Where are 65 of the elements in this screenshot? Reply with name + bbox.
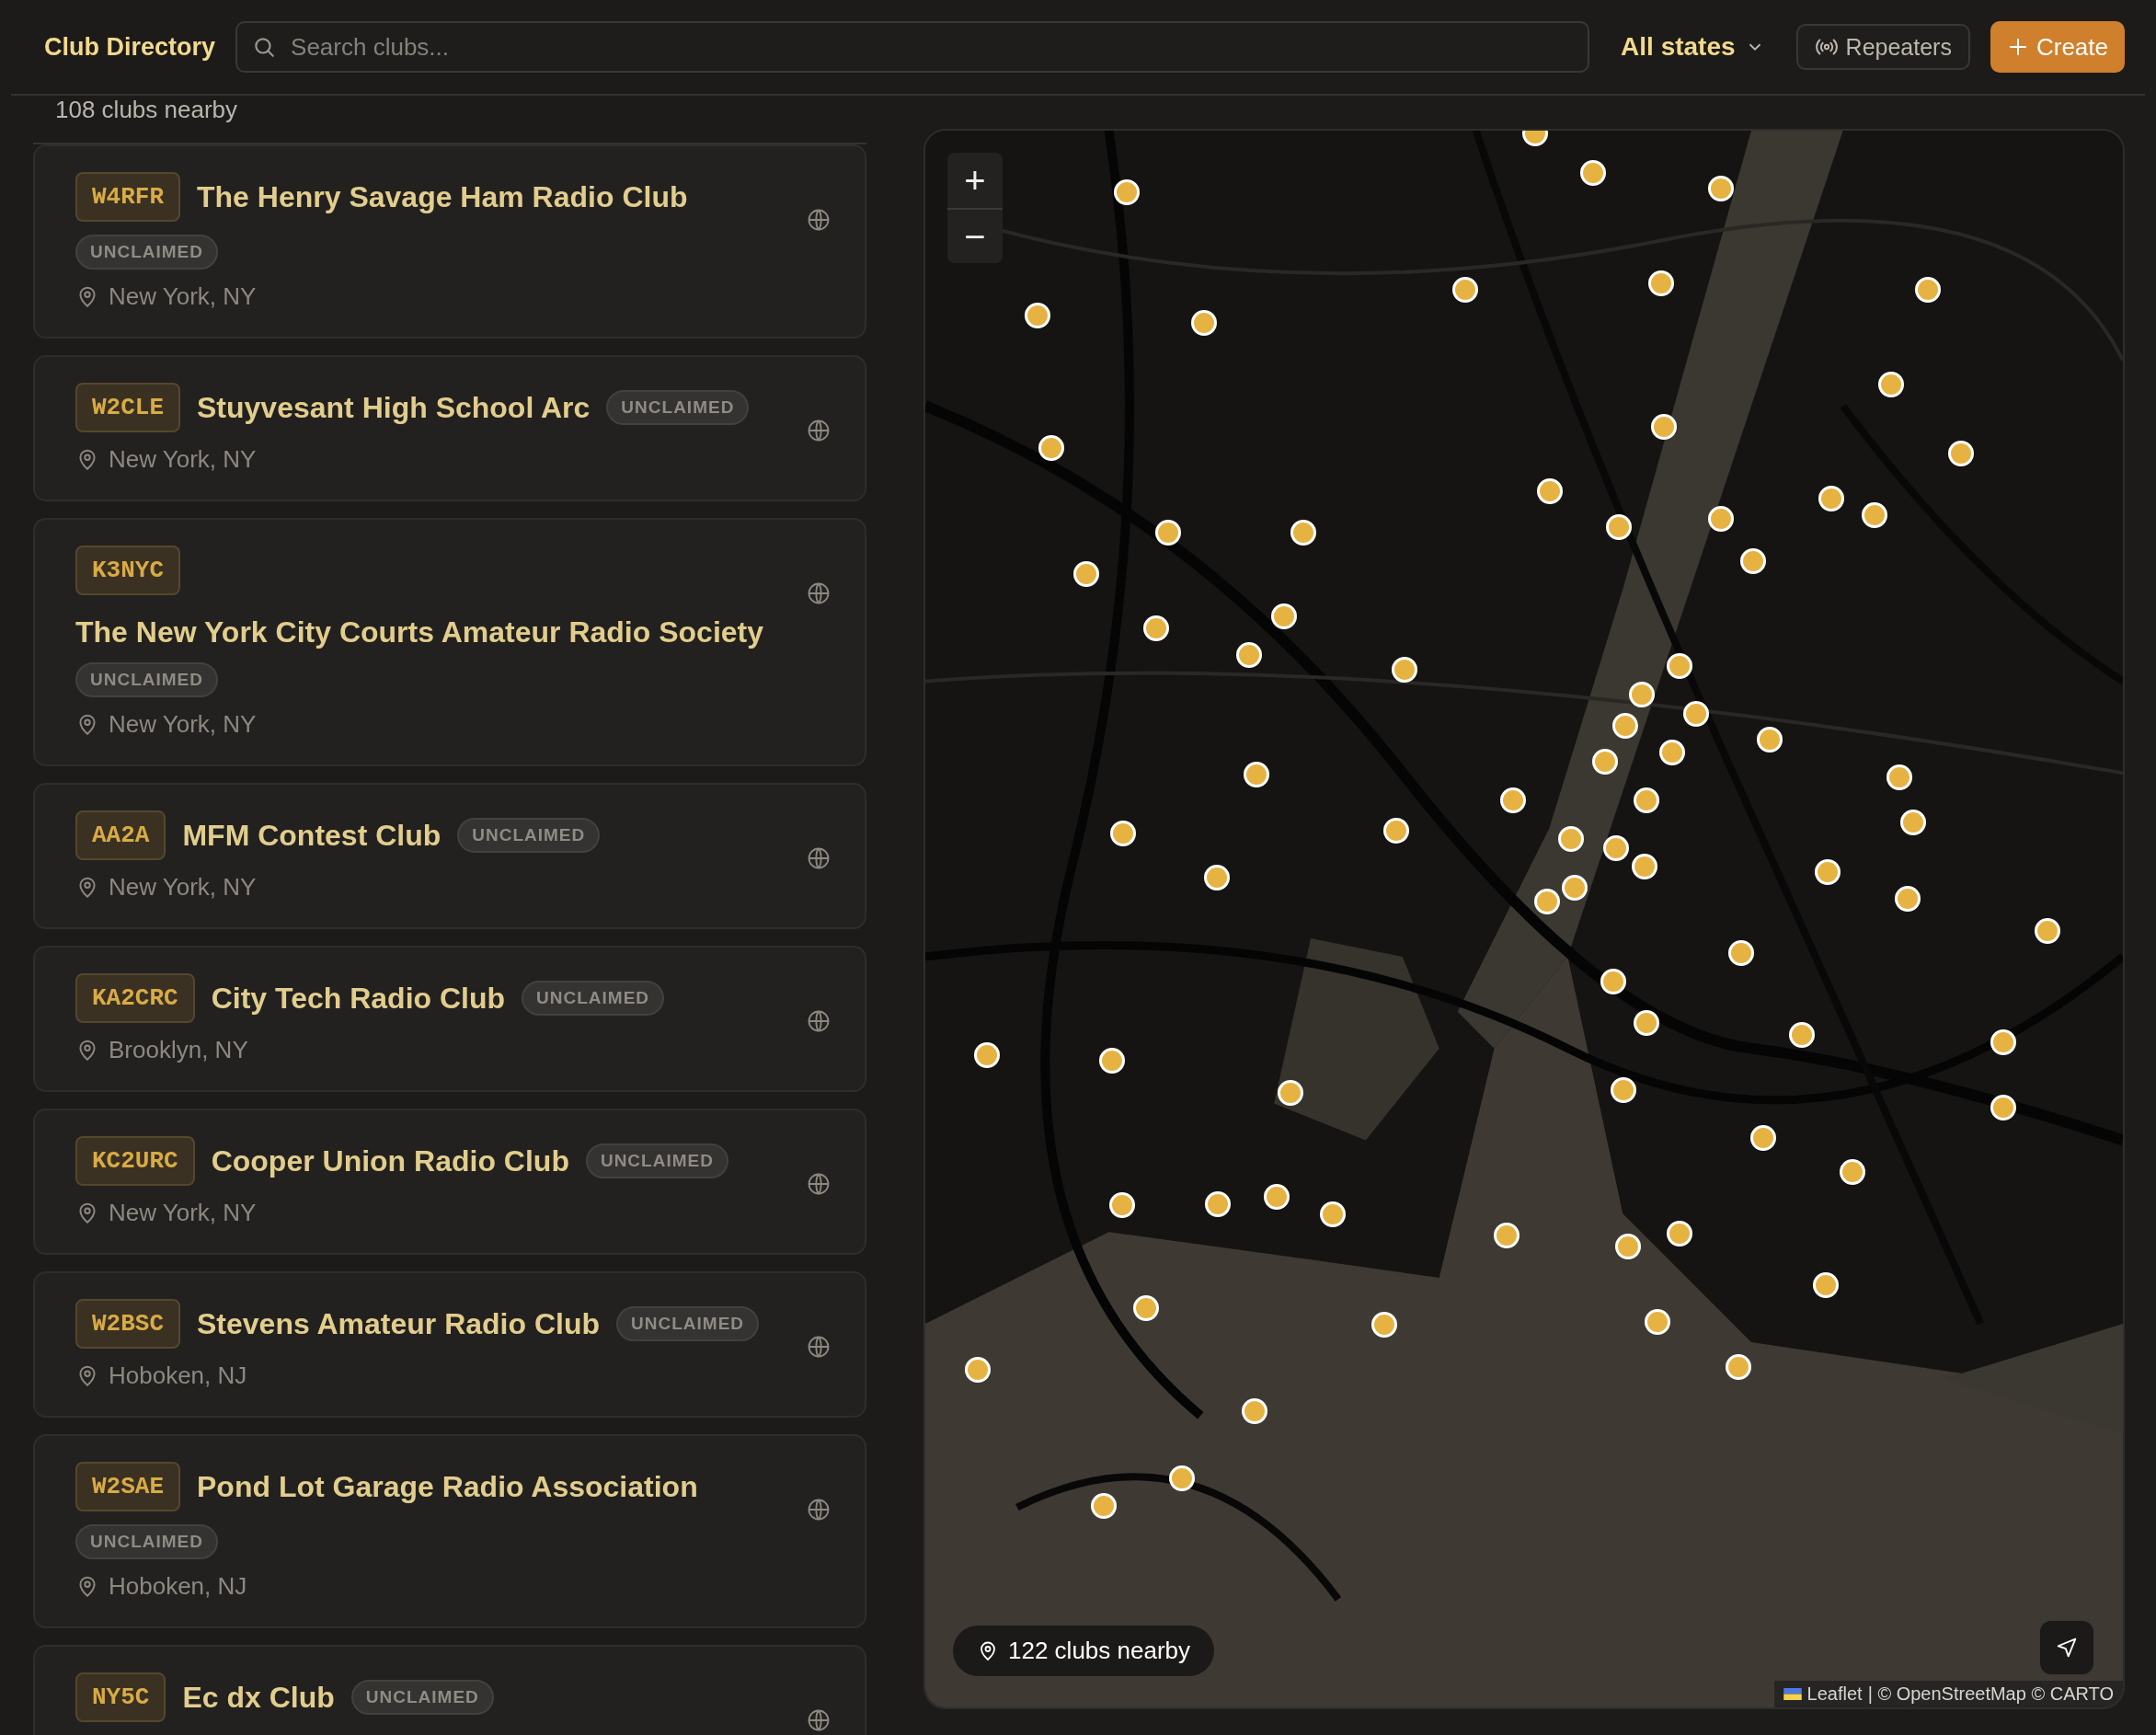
website-globe-icon[interactable] — [806, 1707, 831, 1733]
club-location: New York, NY — [109, 1199, 257, 1227]
website-globe-icon[interactable] — [806, 1497, 831, 1522]
club-location: New York, NY — [109, 445, 257, 474]
flag-icon — [1783, 1688, 1802, 1700]
result-count: 108 clubs nearby — [55, 96, 238, 124]
club-name: Stuyvesant High School Arc — [197, 390, 591, 425]
club-location: Hoboken, NJ — [109, 1572, 247, 1601]
club-location: Brooklyn, NY — [109, 1036, 248, 1064]
club-card[interactable]: AA2A MFM Contest Club UNCLAIMED New York, NY — [33, 783, 866, 929]
callsign-badge: W2BSC — [75, 1299, 180, 1349]
app-title: Club Directory — [44, 32, 216, 62]
callsign-badge: AA2A — [75, 810, 166, 860]
club-card[interactable]: W2SAE Pond Lot Garage Radio Association UNCLAIMED Hoboken, NJ — [33, 1434, 866, 1628]
callsign-badge: KC2URC — [75, 1136, 195, 1186]
club-card[interactable]: K3NYC The New York City Courts Amateur Radio Society UNCLAIMED New York, NY — [33, 518, 866, 766]
search-field[interactable]: Search clubs... — [289, 31, 1574, 63]
locate-button[interactable] — [2038, 1619, 2095, 1676]
club-location: New York, NY — [109, 282, 257, 311]
club-name: The New York City Courts Amateur Radio Society — [75, 615, 764, 649]
search-bar[interactable]: Search clubs... — [235, 21, 1590, 73]
club-card[interactable]: W2BSC Stevens Amateur Radio Club UNCLAIMED Hoboken, NJ — [33, 1271, 866, 1418]
club-card[interactable]: W4RFR The Henry Savage Ham Radio Club UNCLAIMED New York, NY — [33, 144, 866, 339]
website-globe-icon[interactable] — [806, 207, 831, 233]
callsign-badge: K3NYC — [75, 546, 180, 595]
club-name: Stevens Amateur Radio Club — [197, 1306, 601, 1341]
callsign-badge: KA2CRC — [75, 973, 195, 1023]
status-badge: UNCLAIMED — [606, 390, 750, 425]
callsign-badge: W2CLE — [75, 383, 180, 432]
website-globe-icon[interactable] — [806, 418, 831, 443]
club-location: New York, NY — [109, 873, 257, 902]
club-name: Cooper Union Radio Club — [211, 1143, 569, 1178]
status-badge: UNCLAIMED — [350, 1680, 494, 1715]
club-location: Hoboken, NJ — [109, 1362, 247, 1390]
search-icon — [252, 35, 277, 59]
club-card[interactable]: KC2URC Cooper Union Radio Club UNCLAIMED New York, NY — [33, 1109, 866, 1255]
club-location: New York, NY — [109, 710, 257, 739]
callsign-badge: W4RFR — [75, 172, 180, 222]
nearby-count: 122 clubs nearby — [1008, 1637, 1191, 1665]
status-badge: UNCLAIMED — [616, 1306, 760, 1341]
callsign-badge: NY5C — [75, 1672, 166, 1722]
club-name: City Tech Radio Club — [211, 981, 506, 1016]
website-globe-icon[interactable] — [806, 580, 831, 606]
attribution-text: | © OpenStreetMap © CARTO — [1867, 1683, 2114, 1705]
status-badge: UNCLAIMED — [75, 662, 218, 697]
club-name: Ec dx Club — [182, 1680, 335, 1715]
website-globe-icon[interactable] — [806, 1334, 831, 1360]
club-card[interactable]: KA2CRC City Tech Radio Club UNCLAIMED Brooklyn, NY — [33, 946, 866, 1092]
website-globe-icon[interactable] — [806, 845, 831, 871]
leaflet-link[interactable]: Leaflet — [1806, 1683, 1863, 1705]
status-badge: UNCLAIMED — [457, 818, 601, 853]
repeaters-button[interactable]: Repeaters — [1795, 24, 1970, 70]
club-name: MFM Contest Club — [182, 818, 442, 853]
status-badge: UNCLAIMED — [585, 1143, 728, 1178]
website-globe-icon[interactable] — [806, 1008, 831, 1034]
club-name: Pond Lot Garage Radio Association — [197, 1469, 698, 1504]
callsign-badge: W2SAE — [75, 1462, 180, 1511]
state-filter-dropdown[interactable]: All states — [1610, 32, 1776, 62]
club-card[interactable]: NY5C Ec dx Club UNCLAIMED — [33, 1645, 866, 1735]
status-badge: UNCLAIMED — [75, 1524, 218, 1559]
status-badge: UNCLAIMED — [522, 981, 665, 1016]
club-card[interactable]: W2CLE Stuyvesant High School Arc UNCLAIMED New York, NY — [33, 355, 866, 501]
club-name: The Henry Savage Ham Radio Club — [197, 179, 688, 214]
website-globe-icon[interactable] — [806, 1171, 831, 1197]
status-badge: UNCLAIMED — [75, 235, 218, 270]
